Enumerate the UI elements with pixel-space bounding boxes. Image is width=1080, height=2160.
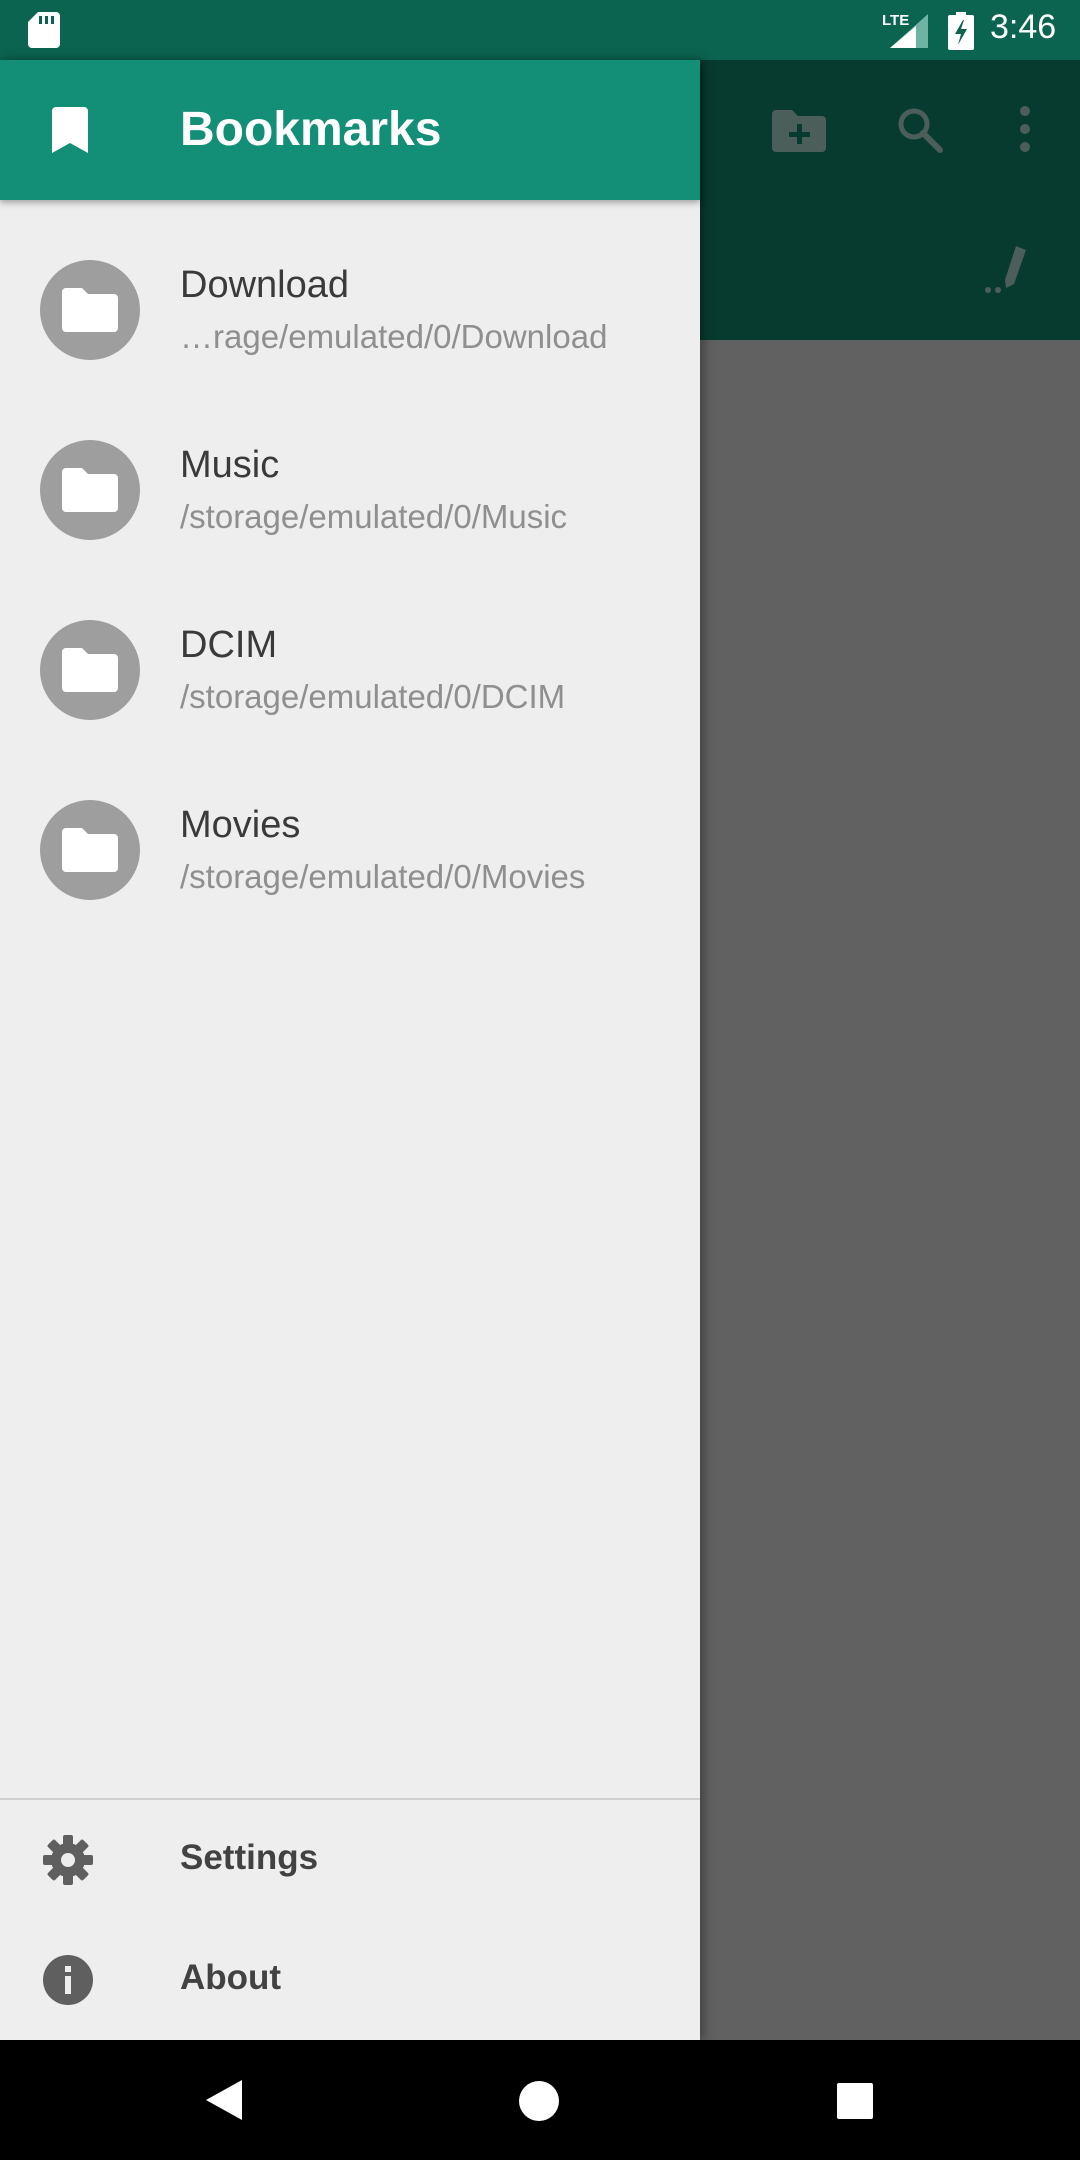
- folder-avatar: [40, 620, 140, 720]
- signal-icon: [890, 14, 928, 48]
- folder-icon: [62, 288, 118, 332]
- bookmark-path: /storage/emulated/0/DCIM: [180, 678, 566, 715]
- bookmark-name: Movies: [180, 804, 301, 846]
- folder-icon: [62, 828, 118, 872]
- scrim[interactable]: [700, 340, 1080, 2040]
- bookmark-path: …rage/emulated/0/Download: [180, 318, 608, 355]
- bookmark-icon: [52, 107, 88, 153]
- status-bar: LTE 3:46: [0, 0, 1080, 60]
- about-label: About: [180, 1958, 282, 1997]
- folder-icon: [62, 468, 118, 512]
- bookmark-path: /storage/emulated/0/Music: [180, 498, 568, 535]
- folder-avatar: [40, 260, 140, 360]
- settings-label: Settings: [180, 1838, 319, 1877]
- folder-icon: [62, 648, 118, 692]
- battery-charging-icon: [948, 12, 974, 50]
- folder-avatar: [40, 440, 140, 540]
- drawer-title: Bookmarks: [180, 103, 442, 156]
- home-icon[interactable]: [518, 2080, 560, 2122]
- create-folder-icon[interactable]: [772, 106, 826, 152]
- bookmark-item-music[interactable]: Music /storage/emulated/0/Music: [0, 440, 700, 620]
- bookmark-item-dcim[interactable]: DCIM /storage/emulated/0/DCIM: [0, 620, 700, 800]
- gear-icon: [43, 1835, 93, 1885]
- folder-avatar: [40, 800, 140, 900]
- about-menu-item[interactable]: About: [0, 1920, 700, 2040]
- more-vert-icon[interactable]: [1016, 104, 1034, 154]
- bookmark-item-download[interactable]: Download …rage/emulated/0/Download: [0, 260, 700, 440]
- sd-card-icon: [28, 12, 60, 48]
- settings-menu-item[interactable]: Settings: [0, 1800, 700, 1920]
- system-navigation-bar: [0, 2040, 1080, 2160]
- bookmark-name: DCIM: [180, 624, 278, 666]
- recents-icon[interactable]: [836, 2082, 874, 2120]
- bookmark-name: Music: [180, 444, 280, 486]
- info-icon: [43, 1955, 93, 2005]
- navigation-drawer: Bookmarks Download …rage/emulated/0/Down…: [0, 60, 700, 2040]
- bookmark-name: Download: [180, 264, 349, 306]
- edit-path-icon[interactable]: [982, 244, 1036, 298]
- search-icon[interactable]: [896, 106, 944, 154]
- bookmark-path: /storage/emulated/0/Movies: [180, 858, 586, 895]
- bookmark-item-movies[interactable]: Movies /storage/emulated/0/Movies: [0, 800, 700, 980]
- drawer-header: Bookmarks: [0, 60, 700, 200]
- back-icon[interactable]: [204, 2078, 244, 2122]
- clock: 3:46: [990, 8, 1057, 46]
